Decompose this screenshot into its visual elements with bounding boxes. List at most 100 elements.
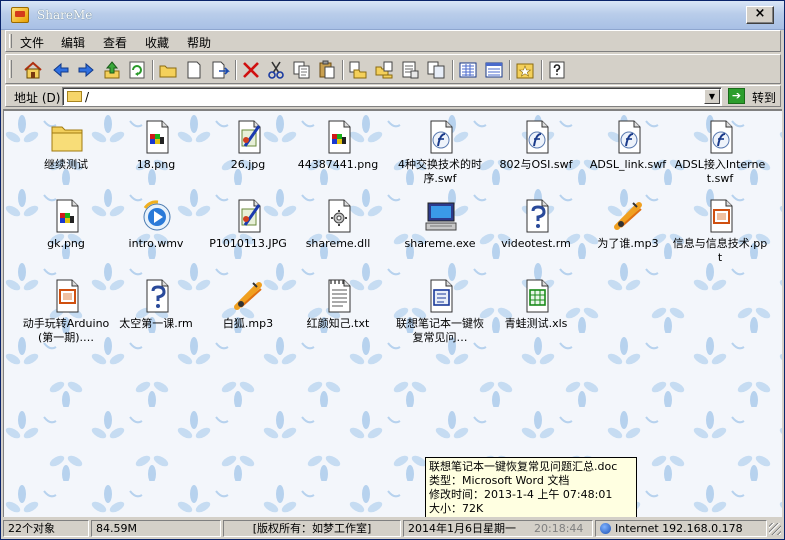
tooltip-filename: 联想笔记本一键恢复常见问题汇总.doc <box>429 460 618 473</box>
new-folder-button[interactable] <box>158 60 178 80</box>
copy-to-button[interactable] <box>348 60 368 80</box>
go-label: 转到 <box>752 91 777 105</box>
toolbar-grip[interactable] <box>9 60 12 78</box>
file-list-view[interactable]: 继续测试 18.png 26.jpg 44387441.png 4种交换技术的时序.sw… <box>3 109 782 517</box>
shareme-window: ShareMe × 文件 编辑 查看 收藏 帮助 地址 (D) / ▼ ➔ 转到… <box>0 0 785 540</box>
dll-file-icon <box>323 199 355 233</box>
tooltip-size: 大小：72K <box>429 502 484 515</box>
cut-button[interactable] <box>266 60 286 80</box>
file-name: 继续测试 <box>44 158 88 171</box>
up-button[interactable] <box>102 60 122 80</box>
large-icons-view-icon <box>459 62 477 78</box>
doc-file-icon <box>425 279 457 313</box>
new-file-button[interactable] <box>184 60 204 80</box>
refresh-button[interactable] <box>127 60 147 80</box>
new-file-icon <box>187 61 201 79</box>
file-name: shareme.dll <box>305 237 371 250</box>
file-name: ADSL接入Internet.swf <box>674 158 766 185</box>
globe-icon <box>600 523 611 534</box>
back-icon <box>53 62 69 78</box>
move-to-button[interactable] <box>374 60 394 80</box>
status-datetime: 2014年1月6日星期一 20:18:44 <box>403 520 593 537</box>
resize-grip[interactable] <box>769 523 781 535</box>
jpg-file-icon <box>233 120 265 154</box>
favorites-button[interactable] <box>515 60 535 80</box>
file-name: 为了谁.mp3 <box>597 237 659 250</box>
close-button[interactable]: × <box>746 6 774 24</box>
ppt-file-icon <box>51 279 83 313</box>
paste-button[interactable] <box>317 60 337 80</box>
file-name: ADSL_link.swf <box>589 158 667 171</box>
rename-icon <box>212 61 230 79</box>
address-dropdown-button[interactable]: ▼ <box>704 89 720 104</box>
copy-icon <box>293 61 310 79</box>
toolbar-separator <box>235 60 237 80</box>
file-name: 青蛙测试.xls <box>504 317 568 330</box>
delete-button[interactable] <box>241 60 261 80</box>
menu-grip[interactable] <box>9 34 12 48</box>
address-bar: 地址 (D) / ▼ ➔ 转到 <box>5 85 781 107</box>
menu-file[interactable]: 文件 <box>20 34 44 51</box>
app-icon <box>11 7 29 23</box>
file-name: 802与OSI.swf <box>499 158 573 171</box>
title-bar[interactable]: ShareMe × <box>1 1 784 30</box>
help-button[interactable] <box>547 60 567 80</box>
up-icon <box>104 61 120 79</box>
address-input[interactable]: / ▼ <box>62 87 722 106</box>
ppt-file-icon <box>705 199 737 233</box>
file-name: videotest.rm <box>501 237 571 250</box>
rm-file-icon <box>141 279 173 313</box>
file-name: 动手玩转Arduino(第一期).… <box>22 317 110 344</box>
properties-button[interactable] <box>400 60 420 80</box>
status-bar: 22个对象 84.59M [版权所有：如梦工作室] 2014年1月6日星期一 20… <box>3 519 784 539</box>
tooltip-type: 类型：Microsoft Word 文档 <box>429 474 570 487</box>
file-name: 44387441.png <box>297 158 379 171</box>
duplicate-button[interactable] <box>426 60 446 80</box>
file-name: 联想笔记本一键恢复常见问… <box>396 317 484 344</box>
toolbar-separator <box>342 60 344 80</box>
wmv-file-icon <box>141 199 173 233</box>
go-button[interactable]: ➔ 转到 <box>726 87 780 106</box>
menu-edit[interactable]: 编辑 <box>61 34 85 51</box>
copy-to-icon <box>349 61 367 79</box>
large-icons-view-button[interactable] <box>458 60 478 80</box>
toolbar <box>5 54 781 84</box>
menu-help[interactable]: 帮助 <box>187 34 211 51</box>
close-icon: × <box>754 6 766 21</box>
home-button[interactable] <box>23 60 43 80</box>
file-name: intro.wmv <box>128 237 184 250</box>
toolbar-separator <box>152 60 154 80</box>
details-view-button[interactable] <box>484 60 504 80</box>
move-to-icon <box>375 61 393 79</box>
chevron-down-icon: ▼ <box>708 92 716 101</box>
folder-icon <box>67 91 82 102</box>
toolbar-separator <box>452 60 454 80</box>
favorites-icon <box>516 63 534 79</box>
status-time: 20:18:44 <box>534 522 584 535</box>
rename-button[interactable] <box>210 60 230 80</box>
back-button[interactable] <box>51 60 71 80</box>
forward-button[interactable] <box>76 60 96 80</box>
copy-button[interactable] <box>292 60 312 80</box>
file-name: 信息与信息技术.ppt <box>672 237 768 264</box>
go-arrow-icon: ➔ <box>728 88 745 104</box>
xls-file-icon <box>521 279 553 313</box>
status-object-count: 22个对象 <box>3 520 89 537</box>
folder-file-icon <box>51 120 83 154</box>
status-copyright: [版权所有：如梦工作室] <box>223 520 401 537</box>
mp3-file-icon <box>613 199 645 233</box>
image-file-icon <box>51 199 83 233</box>
status-network: Internet 192.168.0.178 <box>595 520 767 537</box>
file-name: P1010113.JPG <box>209 237 287 250</box>
address-value: / <box>85 90 90 104</box>
txt-file-icon <box>323 279 355 313</box>
mp3-file-icon <box>233 279 265 313</box>
paste-icon <box>319 60 335 79</box>
file-name: 18.png <box>136 158 176 171</box>
file-name: 太空第一课.rm <box>119 317 193 330</box>
rm-file-icon <box>521 199 553 233</box>
status-network-label: Internet 192.168.0.178 <box>615 522 743 535</box>
menu-favorites[interactable]: 收藏 <box>145 34 169 51</box>
menu-bar: 文件 编辑 查看 收藏 帮助 <box>5 30 781 52</box>
menu-view[interactable]: 查看 <box>103 34 127 51</box>
